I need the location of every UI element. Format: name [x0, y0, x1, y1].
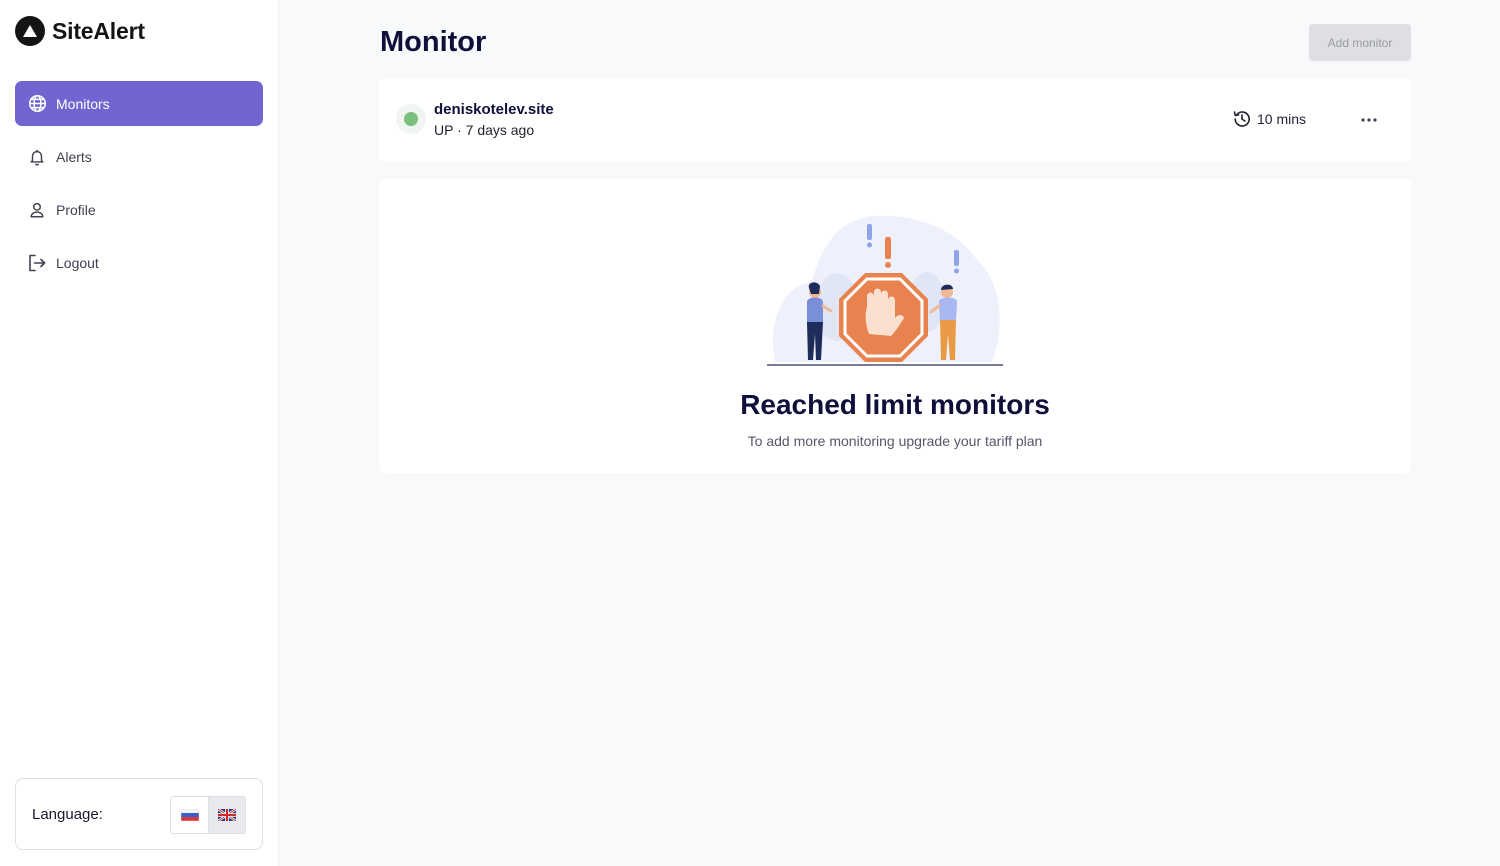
history-icon	[1233, 111, 1250, 127]
sidebar-item-label: Monitors	[56, 95, 110, 112]
monitor-status-text: UP · 7 days ago	[434, 122, 535, 138]
language-switch	[170, 796, 246, 834]
more-horizontal-icon	[1361, 118, 1377, 122]
page-title: Monitor	[380, 26, 487, 58]
brand-name: SiteAlert	[52, 17, 145, 44]
language-option-en[interactable]	[208, 797, 245, 833]
russia-flag-icon	[180, 809, 199, 821]
sidebar-item-monitors[interactable]: Monitors	[15, 81, 263, 126]
language-label: Language:	[32, 805, 103, 823]
brand[interactable]: SiteAlert	[15, 16, 145, 46]
language-option-ru[interactable]	[171, 797, 208, 833]
interval-label: 10 mins	[1257, 111, 1307, 127]
more-options-button[interactable]	[1357, 108, 1381, 132]
language-selector: Language:	[15, 778, 263, 850]
status-indicator	[396, 104, 426, 134]
sidebar-item-label: Alerts	[56, 148, 92, 165]
sidebar-item-alerts[interactable]: Alerts	[15, 134, 263, 179]
logout-icon	[27, 253, 47, 273]
sidebar-nav: Monitors Alerts Profile Logout	[15, 81, 263, 293]
sidebar-item-label: Logout	[56, 254, 99, 271]
globe-icon	[27, 94, 47, 114]
limit-reached-card: Reached limit monitors To add more monit…	[379, 179, 1411, 473]
sidebar-item-profile[interactable]: Profile	[15, 187, 263, 232]
limit-subtitle: To add more monitoring upgrade your tari…	[747, 433, 1043, 449]
logo-icon	[15, 16, 45, 46]
user-icon	[27, 200, 47, 220]
uk-flag-icon	[218, 809, 236, 821]
status-dot-icon	[404, 112, 418, 126]
monitor-interval: 10 mins	[1232, 109, 1306, 129]
monitor-site-name[interactable]: deniskotelev.site	[434, 101, 554, 118]
limit-title: Reached limit monitors	[740, 389, 1050, 420]
sidebar-item-logout[interactable]: Logout	[15, 240, 263, 285]
sidebar-item-label: Profile	[56, 201, 96, 218]
sidebar: SiteAlert Monitors Alerts Profile Logout	[0, 0, 279, 866]
bell-icon	[27, 147, 47, 167]
stop-hand-illustration	[767, 215, 1003, 366]
monitor-card[interactable]: deniskotelev.site UP · 7 days ago 10 min…	[379, 78, 1411, 162]
add-monitor-button[interactable]: Add monitor	[1309, 24, 1411, 61]
